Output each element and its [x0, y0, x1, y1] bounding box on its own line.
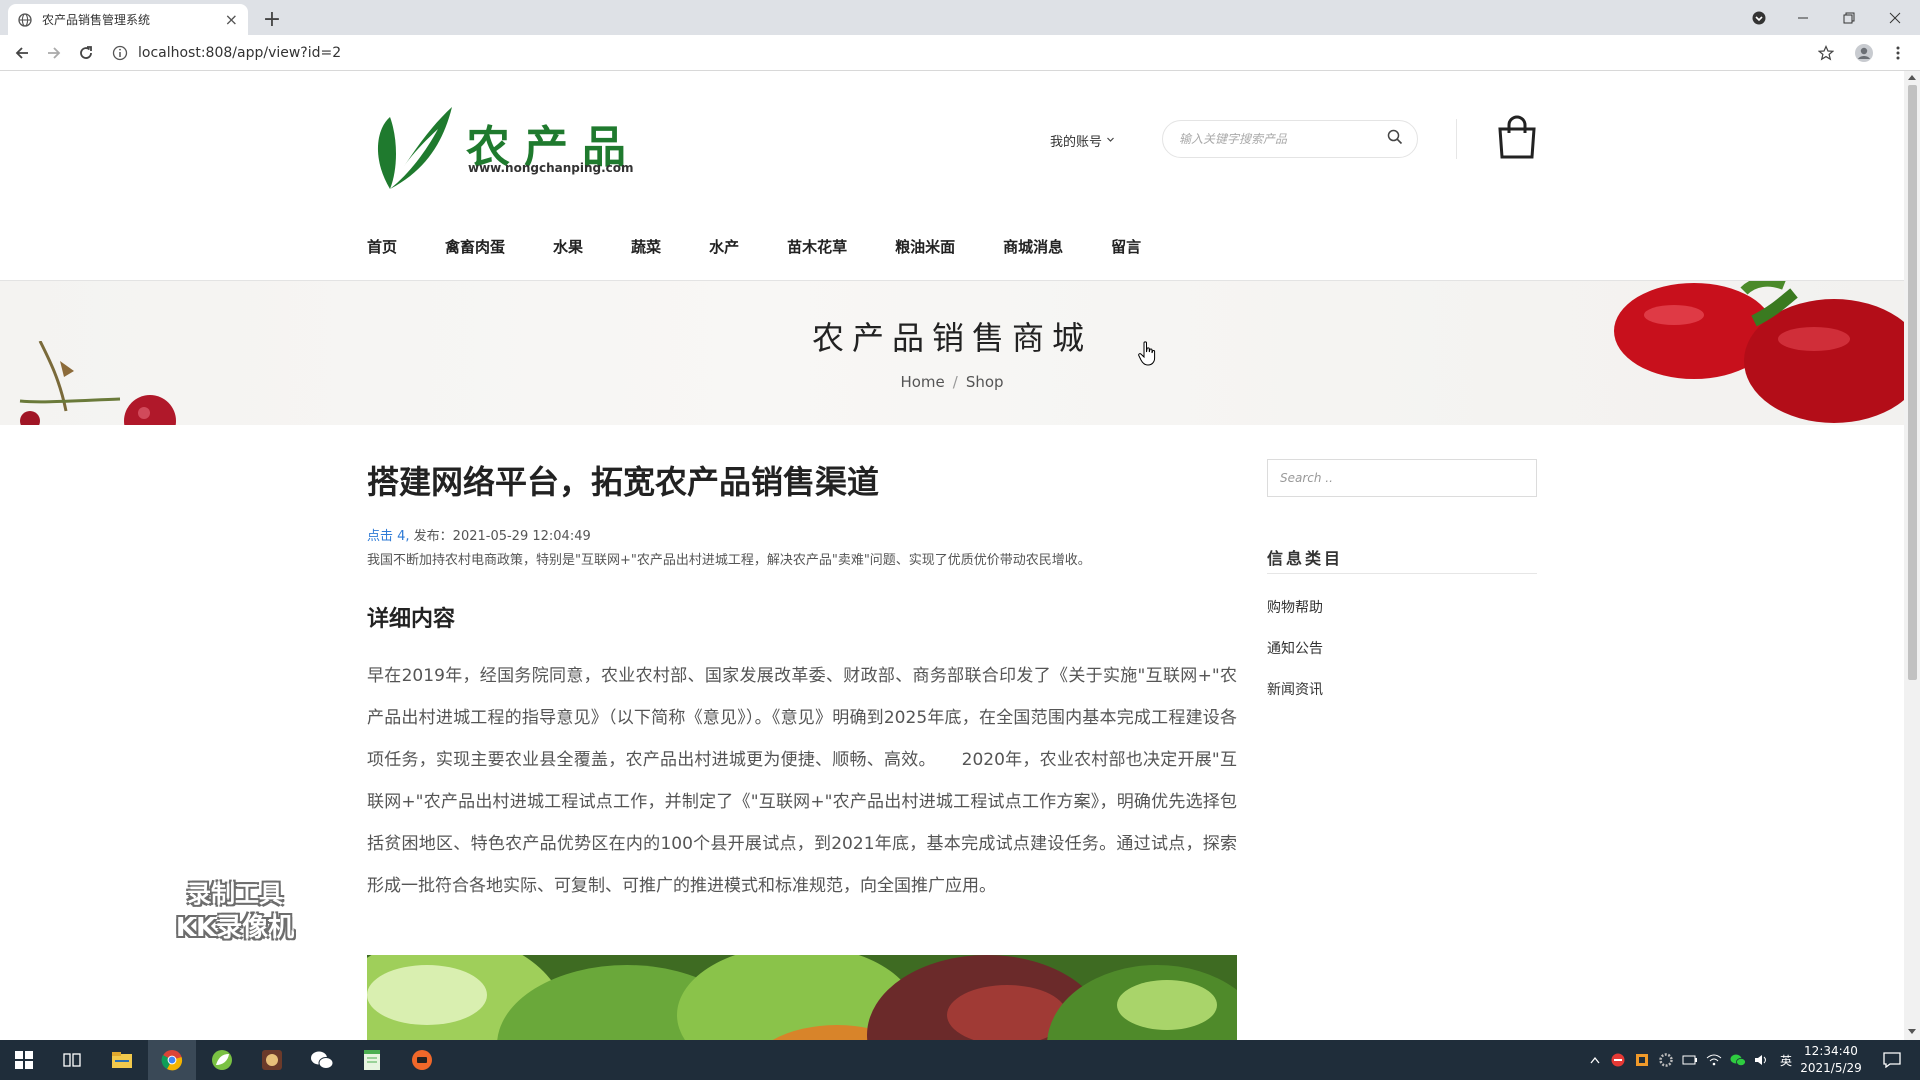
category-item-notices[interactable]: 通知公告 — [1267, 638, 1323, 658]
nav-message[interactable]: 留言 — [1111, 236, 1141, 257]
tray-expand-icon[interactable] — [1584, 1056, 1606, 1064]
tray-app-red-icon[interactable] — [1606, 1053, 1630, 1067]
breadcrumb-current: Shop — [965, 373, 1004, 391]
bookmark-star-icon[interactable] — [1814, 41, 1838, 65]
menu-kebab-icon[interactable] — [1886, 41, 1910, 65]
clock-date: 2021/5/29 — [1800, 1061, 1862, 1075]
forward-arrow-icon[interactable] — [42, 41, 66, 65]
windows-taskbar: 英 12:34:40 2021/5/29 — [0, 1040, 1920, 1080]
category-item-shopping-help[interactable]: 购物帮助 — [1267, 597, 1323, 617]
category-divider — [1267, 573, 1537, 574]
browser-tab[interactable]: 农产品销售管理系统 × — [8, 4, 248, 35]
category-item-news[interactable]: 新闻资讯 — [1267, 679, 1323, 699]
notification-center-icon[interactable] — [1868, 1040, 1916, 1080]
section-heading: 详细内容 — [367, 607, 456, 632]
tray-app-gear-icon[interactable] — [1654, 1053, 1678, 1067]
product-search — [1162, 120, 1418, 158]
task-view-icon[interactable] — [48, 1040, 96, 1080]
nav-plants[interactable]: 苗木花草 — [787, 236, 847, 257]
url-text: localhost:808/app/view?id=2 — [138, 45, 342, 61]
chevron-down-icon — [1106, 133, 1115, 148]
chrome-icon[interactable] — [148, 1040, 196, 1080]
tab-title: 农产品销售管理系统 — [42, 13, 151, 27]
category-heading: 信息类目 — [1267, 549, 1344, 568]
recorder-watermark: 录制工具 KK录像机 — [160, 877, 310, 945]
tray-volume-icon[interactable] — [1750, 1053, 1774, 1067]
minimize-icon[interactable] — [1780, 0, 1826, 35]
nav-fruit[interactable]: 水果 — [553, 236, 583, 257]
notepad-app-icon[interactable] — [348, 1040, 396, 1080]
nav-meat-eggs[interactable]: 禽畜肉蛋 — [445, 236, 505, 257]
watermark-line-1: 录制工具 — [187, 880, 283, 908]
tray-wechat-icon[interactable] — [1726, 1053, 1750, 1067]
article-summary: 我国不断加持农村电商政策，特别是"互联网+"农产品出村进城工程，解决农产品"卖难… — [367, 553, 1091, 568]
new-tab-button[interactable]: + — [258, 5, 286, 33]
tray-ime-indicator[interactable]: 英 — [1774, 1052, 1798, 1069]
account-dropdown[interactable]: 我的账号 — [1050, 131, 1115, 150]
hand-cursor-icon — [1138, 341, 1156, 366]
wechat-icon[interactable] — [298, 1040, 346, 1080]
publish-time: 发布：2021-05-29 12:04:49 — [409, 529, 591, 544]
page-banner: 农产品销售商城 Home / Shop — [0, 281, 1904, 425]
scroll-up-arrow-icon[interactable] — [1908, 75, 1916, 80]
browser-toolbar: localhost:808/app/view?id=2 — [0, 35, 1920, 71]
click-count: 点击 4, — [367, 529, 410, 544]
tab-search-icon[interactable] — [1736, 0, 1782, 35]
sidebar-search — [1267, 459, 1537, 497]
file-explorer-icon[interactable] — [98, 1040, 146, 1080]
nav-home[interactable]: 首页 — [367, 236, 397, 257]
header-divider — [1456, 119, 1457, 159]
leaf-app-icon[interactable] — [198, 1040, 246, 1080]
article-body: 早在2019年，经国务院同意，农业农村部、国家发展改革委、财政部、商务部联合印发… — [367, 666, 1237, 896]
browser-tabstrip: 农产品销售管理系统 × + — [0, 0, 1920, 35]
page-scrollbar[interactable] — [1904, 71, 1920, 1040]
tab-close-icon[interactable]: × — [225, 11, 238, 28]
nav-grain-oil[interactable]: 粮油米面 — [895, 236, 955, 257]
close-window-icon[interactable] — [1872, 0, 1918, 35]
profile-icon[interactable] — [1852, 41, 1876, 65]
tray-wifi-icon[interactable] — [1702, 1054, 1726, 1066]
shopping-bag-icon[interactable] — [1496, 115, 1538, 159]
sidebar-search-input[interactable] — [1268, 460, 1536, 496]
scroll-down-arrow-icon[interactable] — [1908, 1029, 1916, 1034]
taskbar-clock[interactable]: 12:34:40 2021/5/29 — [1796, 1043, 1866, 1077]
scrollbar-thumb[interactable] — [1908, 85, 1917, 680]
main-nav: 首页 禽畜肉蛋 水果 蔬菜 水产 苗木花草 粮油米面 商城消息 留言 — [367, 236, 1189, 257]
recorder-app-icon[interactable] — [398, 1040, 446, 1080]
watermark-line-2: KK录像机 — [175, 913, 295, 943]
brand-logo-icon[interactable] — [368, 99, 468, 191]
tray-app-orange-icon[interactable] — [1630, 1053, 1654, 1067]
windows-start-icon[interactable] — [0, 1040, 48, 1080]
back-arrow-icon[interactable] — [10, 41, 34, 65]
nav-seafood[interactable]: 水产 — [709, 236, 739, 257]
clock-time: 12:34:40 — [1804, 1044, 1858, 1058]
info-icon[interactable] — [112, 45, 128, 61]
article-meta: 点击 4, 发布：2021-05-29 12:04:49 — [367, 525, 591, 544]
system-tray: 英 — [1584, 1040, 1798, 1080]
breadcrumb-separator: / — [952, 373, 958, 391]
reload-icon[interactable] — [74, 41, 98, 65]
page-viewport: 农产品 www.nongchanping.com 我的账号 首页 禽畜肉蛋 水果… — [0, 71, 1904, 1040]
globe-icon — [18, 12, 32, 27]
game-app-icon[interactable] — [248, 1040, 296, 1080]
restore-icon[interactable] — [1826, 0, 1872, 35]
article-title: 搭建网络平台，拓宽农产品销售渠道 — [367, 463, 880, 501]
product-search-input[interactable] — [1177, 131, 1387, 147]
breadcrumb-home[interactable]: Home — [900, 373, 944, 391]
search-icon[interactable] — [1387, 129, 1403, 149]
account-label: 我的账号 — [1050, 135, 1103, 150]
vegetable-photo — [367, 955, 1237, 1040]
tray-battery-icon[interactable] — [1678, 1054, 1702, 1066]
banner-title: 农产品销售商城 — [811, 319, 1092, 357]
nav-news[interactable]: 商城消息 — [1003, 236, 1063, 257]
breadcrumb: Home / Shop — [0, 373, 1904, 391]
logo-url: www.nongchanping.com — [468, 161, 634, 175]
address-bar[interactable]: localhost:808/app/view?id=2 — [112, 39, 1832, 67]
nav-vegetables[interactable]: 蔬菜 — [631, 236, 661, 257]
